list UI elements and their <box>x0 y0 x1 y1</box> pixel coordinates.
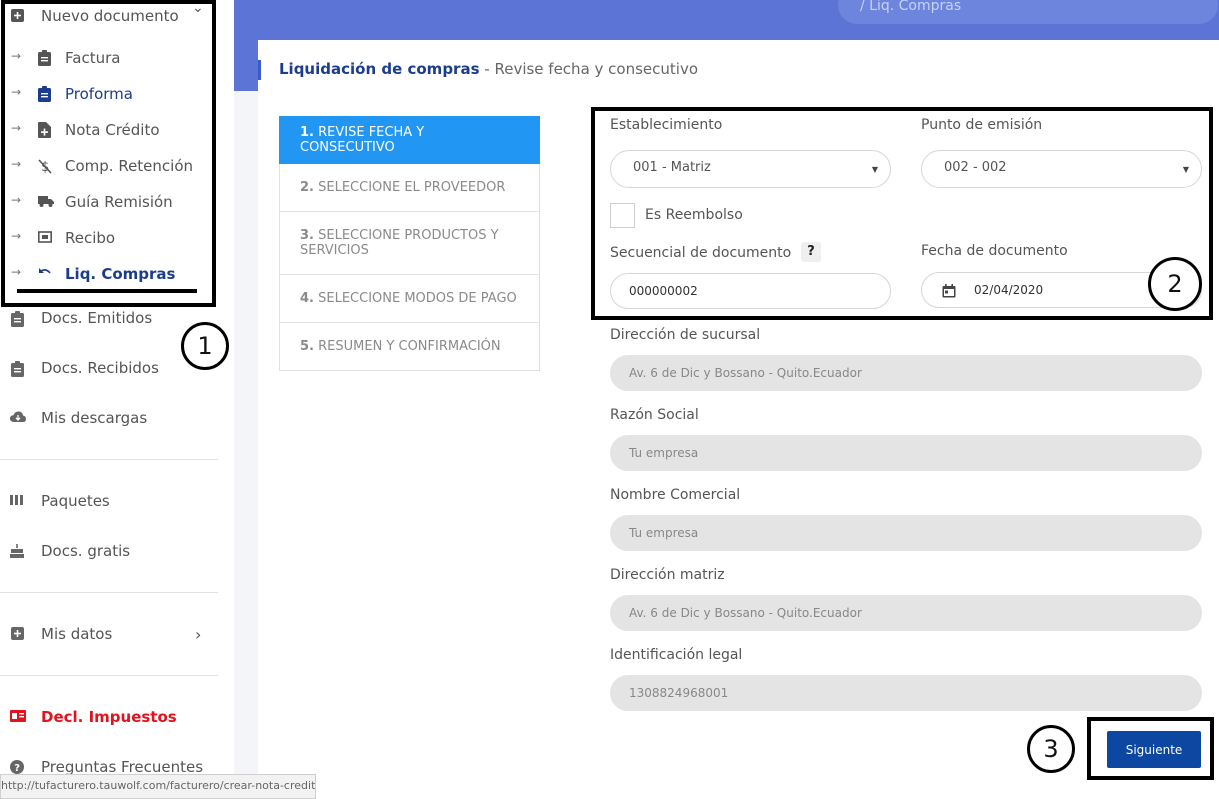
direccion-matriz-label: Dirección matriz <box>610 567 725 583</box>
sidebar-divider <box>0 459 218 460</box>
step-3[interactable]: 3. SELECCIONE PRODUCTOS Y SERVICIOS <box>279 212 540 275</box>
sidebar-divider <box>0 592 218 593</box>
identificacion-legal-field: 1308824968001 <box>610 675 1202 711</box>
annotation-box-2 <box>591 107 1213 320</box>
page-title-main: Liquidación de compras <box>279 60 480 78</box>
chevron-right-icon: › <box>195 624 202 644</box>
bars-icon <box>10 494 24 508</box>
sidebar-item-label: Mis datos <box>41 625 113 643</box>
step-label: SELECCIONE MODOS DE PAGO <box>318 291 517 306</box>
nombre-comercial-label: Nombre Comercial <box>610 487 741 503</box>
sidebar-item-decl-impuestos[interactable]: Decl. Impuestos <box>0 699 234 735</box>
sidebar-item-label: Docs. Recibidos <box>41 359 159 377</box>
annotation-box-1 <box>1 0 216 307</box>
identificacion-legal-label: Identificación legal <box>610 647 743 663</box>
sidebar-divider <box>0 675 218 676</box>
step-number: 3. <box>300 228 314 243</box>
help-circle-icon: ? <box>10 760 24 774</box>
page-title: Liquidación de compras - Revise fecha y … <box>279 60 698 78</box>
step-label: RESUMEN Y CONFIRMACIÓN <box>318 339 501 354</box>
svg-text:?: ? <box>14 763 20 774</box>
direccion-sucursal-label: Dirección de sucursal <box>610 327 761 343</box>
step-1[interactable]: 1. REVISE FECHA Y CONSECUTIVO <box>279 116 540 164</box>
step-number: 5. <box>300 339 314 354</box>
sidebar-item-label: Docs. gratis <box>41 542 131 560</box>
razon-social-field: Tu empresa <box>610 435 1202 471</box>
cake-icon <box>10 544 24 558</box>
step-label: REVISE FECHA Y CONSECUTIVO <box>300 125 425 155</box>
tax-icon <box>10 710 26 724</box>
step-4[interactable]: 4. SELECCIONE MODOS DE PAGO <box>279 275 540 323</box>
sidebar-item-mis-descargas[interactable]: Mis descargas <box>0 400 234 436</box>
clipboard-icon <box>10 311 24 327</box>
title-accent-bar <box>258 60 261 80</box>
razon-social-label: Razón Social <box>610 407 699 423</box>
annotation-underline <box>17 289 197 293</box>
status-bar-url: http://tufacturero.tauwolf.com/facturero… <box>0 774 316 799</box>
breadcrumb: / Liq. Compras <box>838 0 1218 24</box>
step-label: SELECCIONE EL PROVEEDOR <box>318 180 506 195</box>
annotation-box-3 <box>1087 717 1214 780</box>
direccion-matriz-field: Av. 6 de Dic y Bossano - Quito.Ecuador <box>610 595 1202 631</box>
sidebar-item-label: Paquetes <box>41 492 110 510</box>
step-number: 4. <box>300 291 314 306</box>
sidebar-item-label: Mis descargas <box>41 409 148 427</box>
nombre-comercial-field: Tu empresa <box>610 515 1202 551</box>
cloud-download-icon <box>10 411 26 425</box>
step-number: 1. <box>300 125 314 140</box>
step-2[interactable]: 2. SELECCIONE EL PROVEEDOR <box>279 164 540 212</box>
plus-square-icon <box>10 627 24 641</box>
sidebar-item-label: Docs. Emitidos <box>41 309 153 327</box>
sidebar-item-docs-gratis[interactable]: Docs. gratis <box>0 533 234 569</box>
step-number: 2. <box>300 180 314 195</box>
page-title-separator: - <box>479 60 495 78</box>
direccion-sucursal-field: Av. 6 de Dic y Bossano - Quito.Ecuador <box>610 355 1202 391</box>
wizard-steps: 1. REVISE FECHA Y CONSECUTIVO 2. SELECCI… <box>279 116 540 371</box>
sidebar-item-label: Decl. Impuestos <box>41 708 177 726</box>
step-5[interactable]: 5. RESUMEN Y CONFIRMACIÓN <box>279 323 540 371</box>
annotation-marker-1: 1 <box>181 322 229 370</box>
sidebar-item-mis-datos[interactable]: Mis datos › <box>0 616 234 652</box>
page-subtitle: Revise fecha y consecutivo <box>494 60 699 78</box>
step-label: SELECCIONE PRODUCTOS Y SERVICIOS <box>300 228 499 258</box>
annotation-marker-3: 3 <box>1027 725 1075 773</box>
clipboard-icon <box>10 361 24 377</box>
sidebar-item-paquetes[interactable]: Paquetes <box>0 483 234 519</box>
annotation-marker-2: 2 <box>1148 257 1202 311</box>
